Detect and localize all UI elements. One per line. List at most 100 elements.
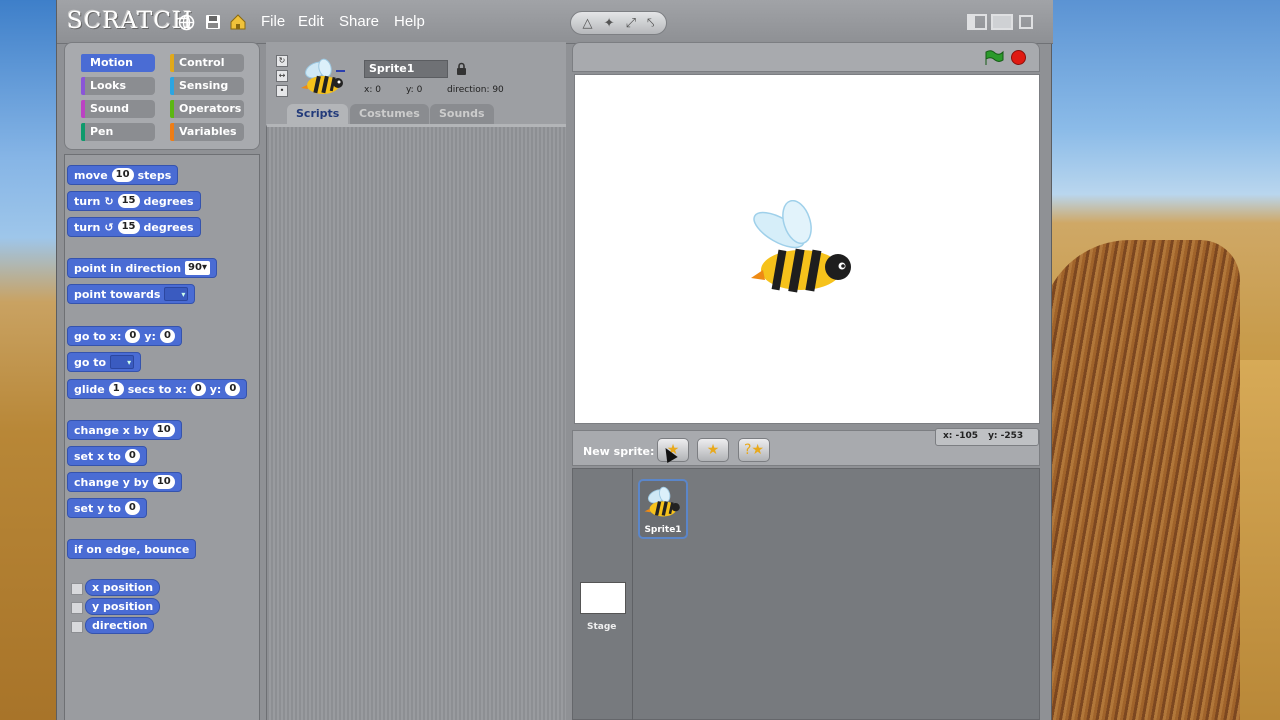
block-text: change y by	[74, 475, 149, 489]
category-variables[interactable]: Variables	[170, 123, 244, 141]
stop-icon[interactable]	[1011, 50, 1026, 65]
block-point-in-direction[interactable]: point in direction 90▾	[67, 258, 217, 278]
block-text: move	[74, 168, 108, 182]
normal-stage-mode-icon[interactable]	[991, 14, 1013, 30]
menu-file[interactable]: File	[261, 13, 285, 30]
block-turn-right[interactable]: turn ↻ 15 degrees	[67, 191, 201, 211]
choose-sprite-from-file-icon[interactable]: ★	[697, 438, 729, 462]
presentation-mode-icon[interactable]	[1019, 15, 1033, 29]
x-input[interactable]: 0	[190, 382, 206, 396]
category-sound[interactable]: Sound	[81, 100, 155, 118]
sprite-list: Stage Sprite1	[572, 468, 1040, 720]
block-change-y[interactable]: change y by 10	[67, 472, 182, 492]
bee-sprite[interactable]	[745, 199, 855, 299]
x-position-checkbox[interactable]	[71, 583, 83, 595]
direction-checkbox[interactable]	[71, 621, 83, 633]
sprite-direction-readout: direction: 90	[447, 85, 504, 95]
set-y-input[interactable]: 0	[124, 501, 140, 515]
block-text: go to	[74, 355, 107, 369]
tab-costumes[interactable]: Costumes	[350, 104, 429, 124]
steps-input[interactable]: 10	[111, 168, 134, 182]
stage-column: Stage	[573, 469, 633, 720]
category-motion[interactable]: Motion	[81, 54, 155, 72]
surprise-sprite-icon[interactable]: ?★	[738, 438, 770, 462]
shrink-tool-icon[interactable]: ⤣	[647, 16, 654, 31]
menu-share[interactable]: Share	[339, 13, 379, 30]
block-glide[interactable]: glide 1 secs to x: 0 y: 0	[67, 379, 248, 399]
tab-sounds[interactable]: Sounds	[430, 104, 494, 124]
block-go-to-xy[interactable]: go to x: 0 y: 0	[67, 326, 182, 346]
rotation-style-flip-icon[interactable]: ↔	[276, 70, 288, 82]
globe-icon[interactable]	[176, 12, 196, 32]
reporter-x-position[interactable]: x position	[85, 579, 161, 596]
stage-header	[572, 42, 1040, 72]
sprite-tile-sprite1[interactable]: Sprite1	[638, 479, 688, 539]
block-text: if on edge, bounce	[74, 542, 190, 556]
y-input[interactable]: 0	[159, 329, 175, 343]
secs-input[interactable]: 1	[108, 382, 124, 396]
block-text: y:	[209, 382, 222, 396]
change-x-input[interactable]: 10	[152, 423, 175, 437]
stage-thumbnail[interactable]	[580, 582, 626, 614]
block-point-towards[interactable]: point towards ▾	[67, 284, 196, 304]
scratch-window: SCRATCH File Edit Share Help △ ✦ ⤢ ⤣ Mot…	[56, 0, 1053, 720]
stage-canvas[interactable]	[574, 74, 1040, 424]
block-move-steps[interactable]: move 10 steps	[67, 165, 179, 185]
lock-icon[interactable]	[456, 62, 467, 78]
save-icon[interactable]	[203, 12, 223, 32]
degrees-input[interactable]: 15	[117, 220, 140, 234]
delete-tool-icon[interactable]: ✦	[604, 16, 615, 31]
change-y-input[interactable]: 10	[152, 475, 175, 489]
block-set-x[interactable]: set x to 0	[67, 446, 147, 466]
small-stage-mode-icon[interactable]	[967, 14, 987, 30]
block-turn-left[interactable]: turn ↺ 15 degrees	[67, 217, 201, 237]
block-go-to[interactable]: go to ▾	[67, 352, 142, 372]
category-panel: Motion Control Looks Sensing Sound Opera…	[64, 42, 260, 150]
reporter-y-position[interactable]: y position	[85, 598, 161, 615]
category-operators[interactable]: Operators	[170, 100, 244, 118]
reporter-direction[interactable]: direction	[85, 617, 155, 634]
block-set-y[interactable]: set y to 0	[67, 498, 147, 518]
menu-help[interactable]: Help	[394, 13, 425, 30]
menu-edit[interactable]: Edit	[298, 13, 324, 30]
block-text: turn	[74, 220, 101, 234]
green-flag-icon[interactable]	[984, 50, 1004, 66]
desktop-background-left	[0, 0, 56, 720]
block-text: set y to	[74, 501, 121, 515]
block-text: change x by	[74, 423, 149, 437]
tab-scripts[interactable]: Scripts	[287, 104, 349, 124]
direction-value: 90	[188, 262, 202, 273]
y-input[interactable]: 0	[225, 382, 241, 396]
grow-tool-icon[interactable]: ⤢	[626, 16, 636, 31]
category-sensing[interactable]: Sensing	[170, 77, 244, 95]
scratch-logo: SCRATCH	[67, 8, 194, 34]
y-position-checkbox[interactable]	[71, 602, 83, 614]
block-text: point in direction	[74, 261, 182, 275]
x-input[interactable]: 0	[125, 329, 141, 343]
towards-dropdown[interactable]: ▾	[164, 287, 189, 301]
block-text: y position	[92, 600, 154, 613]
set-x-input[interactable]: 0	[124, 449, 140, 463]
direction-dropdown[interactable]: 90▾	[185, 261, 210, 275]
category-pen[interactable]: Pen	[81, 123, 155, 141]
rotate-clockwise-icon: ↻	[104, 194, 114, 208]
block-bounce[interactable]: if on edge, bounce	[67, 539, 197, 559]
top-bar: SCRATCH File Edit Share Help △ ✦ ⤢ ⤣	[57, 0, 1053, 44]
scripts-area[interactable]	[266, 124, 566, 720]
rotation-style-none-icon[interactable]: •	[276, 85, 288, 97]
category-looks[interactable]: Looks	[81, 77, 155, 95]
rotate-counterclockwise-icon: ↺	[104, 220, 114, 234]
mouse-y: y: -253	[988, 431, 1024, 441]
rotation-style-full-icon[interactable]: ↻	[276, 55, 288, 67]
category-control[interactable]: Control	[170, 54, 244, 72]
degrees-input[interactable]: 15	[117, 194, 140, 208]
sprite-tile-label: Sprite1	[644, 525, 682, 535]
block-change-x[interactable]: change x by 10	[67, 420, 182, 440]
blocks-palette: move 10 steps turn ↻ 15 degrees turn ↺ 1…	[64, 154, 260, 720]
sprite-name-field[interactable]: Sprite1	[364, 60, 448, 78]
block-text: steps	[137, 168, 172, 182]
go-to-dropdown[interactable]: ▾	[110, 355, 135, 369]
duplicate-tool-icon[interactable]: △	[583, 16, 593, 31]
block-text: point towards	[74, 287, 161, 301]
share-house-icon[interactable]	[228, 12, 248, 32]
